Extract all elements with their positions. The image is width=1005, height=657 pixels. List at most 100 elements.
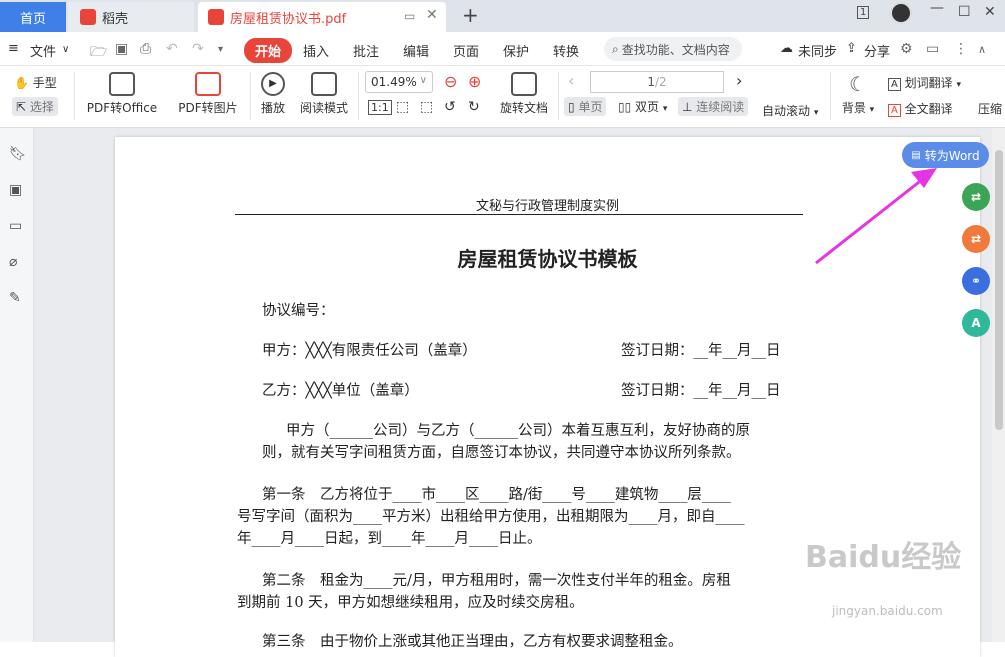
link-float-icon[interactable]: ⚭ [962,267,990,295]
watermark-logo: Baidu经验 [805,540,962,575]
bookmark-icon[interactable]: 🔖︎ [9,146,27,162]
watermark-url: jingyan.baidu.com [832,604,943,618]
rotate-document-button[interactable]: 旋转文档 [494,72,554,116]
pdf-to-excel-float-icon[interactable]: ⇄ [962,183,990,211]
background-label: 背景 [841,101,866,115]
pdf-to-image-button[interactable]: PDF转图片 [178,72,238,116]
fit-width-icon[interactable]: ⬚ [420,99,433,115]
docer-icon [80,9,96,25]
chevron-down-icon: ▾ [956,80,962,90]
compress-button[interactable]: 压缩 [978,100,1005,117]
search-placeholder: 查找功能、文档内容 [621,42,730,57]
translate-icon: A [888,78,901,91]
full-translate-icon: A [888,104,901,117]
menu-annotate[interactable]: 批注 [353,41,379,60]
attachment-icon[interactable]: ⌀ [9,254,25,270]
settings-icon[interactable]: ⚙ [900,41,913,57]
rotate-left-icon[interactable]: ↺ [444,99,456,115]
rotate-right-icon[interactable]: ↻ [468,99,480,115]
rotate-doc-label: 旋转文档 [499,101,548,115]
avatar[interactable] [890,2,912,24]
zoom-select[interactable]: 01.49% ∨ [365,71,433,93]
print-icon[interactable]: ⎙ [140,41,151,57]
menu-file[interactable]: 文件 [30,41,56,60]
moon-icon: ☾ [849,72,867,96]
more-options-icon[interactable]: ⋮ [954,41,968,57]
double-page-label: 双页 [635,100,660,114]
menu-page[interactable]: 页面 [453,41,479,60]
menu-protect[interactable]: 保护 [503,41,529,60]
open-icon[interactable]: 🗁 [90,41,107,65]
single-page-icon: ▯ [568,100,575,114]
close-tab-icon[interactable]: ✕ [426,7,438,23]
page-current: 1 [647,75,655,89]
tab-docer-label: 稻壳 [102,11,129,27]
select-tool[interactable]: ⇱ 选择 [12,97,58,116]
one-badge[interactable]: 1 [857,6,870,19]
single-page-label: 单页 [578,100,603,114]
background-button[interactable]: ☾ 背景 ▾ [840,72,876,116]
monitor-icon[interactable]: ▭ [404,9,415,23]
minimize-icon[interactable]: — [930,0,944,16]
share-button[interactable]: 分享 [864,41,890,60]
menu-hamburger-icon[interactable]: ≡ [8,41,19,56]
continuous-read-button[interactable]: ⊥ 连续阅读 [678,97,749,116]
doc-line: 协议编号： [262,303,335,319]
tab-docer[interactable]: 稻壳 [68,2,194,32]
convert-to-word-button[interactable]: ▤ 转为Word [902,142,989,168]
more-icon[interactable]: ▾ [218,44,223,55]
menu-start[interactable]: 开始 [244,38,293,63]
menu-convert[interactable]: 转换 [553,41,579,60]
left-sidebar: 🔖︎ ▣ ▭ ⌀ ✎ [0,128,34,642]
chevron-down-icon: ∨ [419,75,427,86]
actual-size-icon[interactable]: 1:1 [368,100,392,115]
page-number-field[interactable]: 1/2 [590,71,724,93]
comment-panel-icon[interactable]: ▭ [9,218,25,234]
read-mode-button[interactable]: 阅读模式 [294,72,354,116]
full-translate-button[interactable]: A 全文翻译 [888,100,953,117]
auto-scroll-button[interactable]: 自动滚动 ▾ [762,102,818,119]
next-page-icon[interactable]: › [736,71,742,90]
fit-page-icon[interactable]: ⬚ [396,99,409,115]
tab-home[interactable]: 首页 [0,2,66,32]
menu-insert[interactable]: 插入 [303,41,329,60]
translate-float-icon[interactable]: A [962,309,990,337]
chevron-down-icon: ▾ [869,105,875,115]
maximize-icon[interactable]: ☐ [958,4,971,20]
new-tab-button[interactable]: + [462,3,479,27]
chevron-down-icon: ▾ [813,108,819,118]
undo-icon[interactable]: ↶ [166,41,178,57]
menu-edit[interactable]: 编辑 [403,41,429,60]
single-page-button[interactable]: ▯ 单页 [564,97,607,116]
doc-line: 则，就有关写字间租赁方面，自愿签订本协议，共同遵守本协议所列条款。 [262,445,741,461]
signature-icon[interactable]: ✎ [9,290,25,306]
doc-line: 乙方：╳╳╳单位（盖章） [262,383,419,399]
sync-status[interactable]: 未同步 [798,41,837,60]
double-page-button[interactable]: ▯▯ 双页 ▾ [618,98,667,115]
word-translate-button[interactable]: A 划词翻译 ▾ [888,74,961,91]
search-box[interactable]: ⌕ 查找功能、文档内容 [604,37,742,61]
zoom-out-icon[interactable]: ⊖ [444,72,457,91]
share-icon[interactable]: ⇪ [846,41,857,56]
thumbnail-icon[interactable]: ▣ [9,182,25,198]
hand-tool[interactable]: ✋ 手型 [14,74,57,91]
comment-icon[interactable]: ▭ [926,41,939,57]
word-icon: ▤ [911,149,921,161]
scrollbar-thumb[interactable] [995,150,1003,430]
pdf-to-office-button[interactable]: PDF转Office [84,72,160,116]
ribbon-toolbar: ✋ 手型 ⇱ 选择 PDF转Office PDF转图片 ▶ 播放 阅读模式 01… [0,66,1005,128]
cursor-icon: ⇱ [16,100,27,114]
redo-icon[interactable]: ↷ [192,41,204,57]
page-total: /2 [654,75,667,89]
sync-icon[interactable]: ☁ [780,41,793,56]
collapse-icon[interactable]: ∧ [978,43,986,56]
zoom-in-icon[interactable]: ⊕ [468,72,481,91]
close-window-icon[interactable]: ✕ [984,4,996,20]
prev-page-icon[interactable]: ‹ [568,71,574,90]
hand-icon: ✋ [14,76,29,90]
doc-line: 第一条 乙方将位于____市____区____路/街____号____建筑物__… [262,487,731,503]
play-button[interactable]: ▶ 播放 [258,72,288,116]
save-icon[interactable]: ▣ [115,41,128,57]
chevron-down-icon[interactable]: ∨ [62,44,69,55]
pdf-to-ppt-float-icon[interactable]: ⇄ [962,225,990,253]
